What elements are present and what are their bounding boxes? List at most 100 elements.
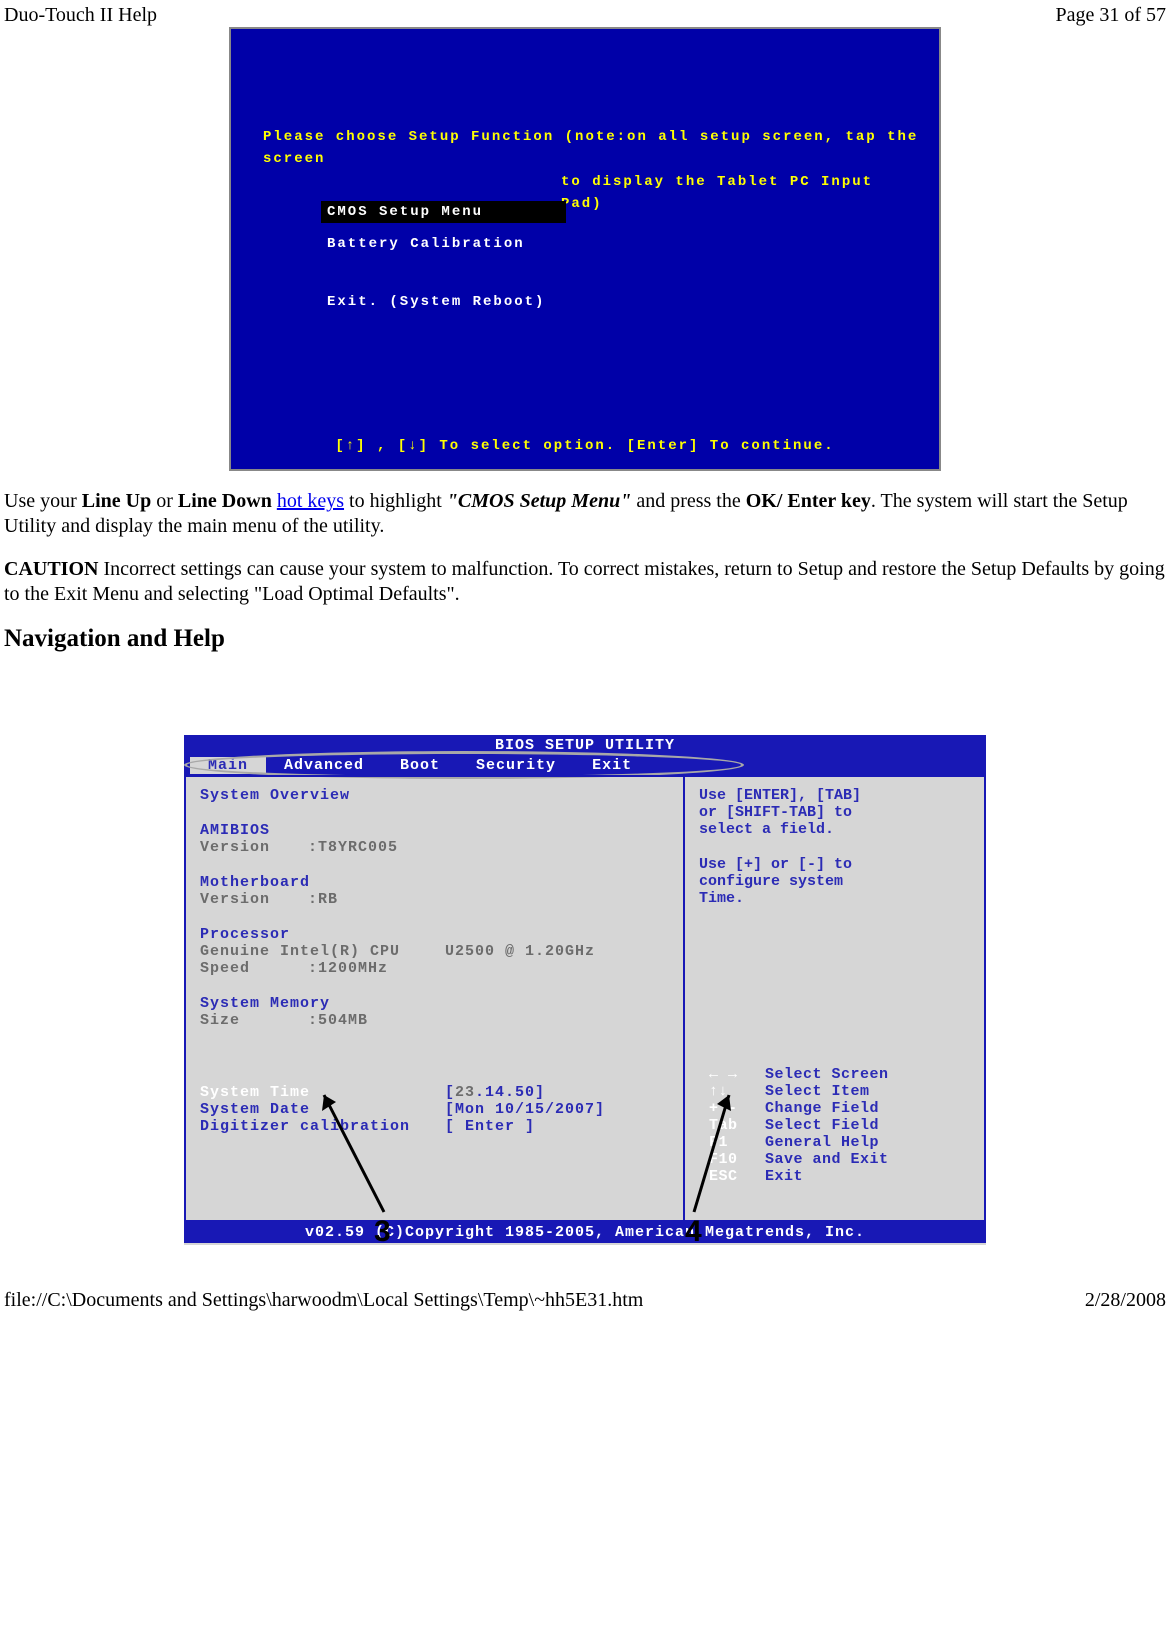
bios2-tab-bar: Main Advanced Boot Security Exit	[184, 756, 986, 775]
bios1-prompt-line1: Please choose Setup Function (note:on al…	[263, 126, 919, 171]
memory-size-row: Size :504MB	[200, 1012, 669, 1029]
system-time-row: System Time [23.14.50]	[200, 1084, 669, 1101]
amibios-version-row: Version :T8YRC005	[200, 839, 669, 856]
digitizer-row: Digitizer calibration [ Enter ]	[200, 1118, 669, 1135]
help-text-5: configure system	[699, 873, 970, 890]
callout-3: 3	[374, 1215, 391, 1249]
caution-label: CAUTION	[4, 558, 98, 580]
digitizer-label: Digitizer calibration	[200, 1118, 445, 1135]
key-f1: F1	[709, 1134, 765, 1151]
line-up-label: Line Up	[82, 490, 151, 512]
key-row-general-help: F1General Help	[709, 1134, 974, 1151]
bios-setup-utility-screenshot: BIOS SETUP UTILITY Main Advanced Boot Se…	[184, 735, 986, 1245]
time-rest: .14.50]	[475, 1084, 545, 1101]
tab-boot: Boot	[382, 757, 458, 774]
system-date-value: [Mon 10/15/2007]	[445, 1101, 605, 1118]
key-desc: Select Item	[765, 1083, 870, 1100]
key-arrows-ud-icon: ↑↓	[709, 1083, 765, 1100]
txt: to highlight	[344, 490, 447, 512]
key-row-change-field: + -Change Field	[709, 1100, 974, 1117]
help-text-4: Use [+] or [-] to	[699, 856, 970, 873]
caution-text: Incorrect settings can cause your system…	[4, 558, 1165, 605]
key-desc: Save and Exit	[765, 1151, 889, 1168]
heading-navigation: Navigation and Help	[0, 625, 1170, 653]
digitizer-value: [ Enter ]	[445, 1118, 535, 1135]
cmos-setup-menu-quote: "CMOS Setup Menu"	[447, 490, 631, 512]
memory-size-value: :504MB	[308, 1012, 368, 1029]
key-desc: Exit	[765, 1168, 803, 1185]
paragraph-caution: CAUTION Incorrect settings can cause you…	[0, 557, 1170, 607]
motherboard-version-value: :RB	[308, 891, 338, 908]
tab-advanced: Advanced	[266, 757, 382, 774]
txt: Use your	[4, 490, 82, 512]
line-down-label: Line Down	[178, 490, 272, 512]
bios1-footer-hint: [↑] , [↓] To select option. [Enter] To c…	[231, 438, 939, 454]
txt: and press the	[631, 490, 745, 512]
system-date-row: System Date [Mon 10/15/2007]	[200, 1101, 669, 1118]
hot-keys-link[interactable]: hot keys	[277, 490, 344, 512]
paragraph-usage: Use your Line Up or Line Down hot keys t…	[0, 489, 1170, 539]
system-date-label: System Date	[200, 1101, 445, 1118]
ok-enter-key-label: OK/ Enter key	[746, 490, 871, 512]
processor-cpu-label: Genuine Intel(R) CPU	[200, 943, 445, 960]
footer-date: 2/28/2008	[1085, 1289, 1166, 1312]
key-row-select-item: ↑↓Select Item	[709, 1083, 974, 1100]
system-overview-label: System Overview	[200, 787, 669, 804]
help-text-3: select a field.	[699, 821, 970, 838]
key-row-select-field: TabSelect Field	[709, 1117, 974, 1134]
amibios-title: AMIBIOS	[200, 822, 669, 839]
editable-fields: System Time [23.14.50] System Date [Mon …	[200, 1084, 669, 1135]
tab-exit: Exit	[574, 757, 650, 774]
system-time-value: [23.14.50]	[445, 1084, 545, 1101]
bios2-right-panel: Use [ENTER], [TAB] or [SHIFT-TAB] to sel…	[684, 775, 986, 1222]
bios1-menu-exit: Exit. (System Reboot)	[327, 294, 545, 310]
system-time-label: System Time	[200, 1084, 445, 1101]
motherboard-title: Motherboard	[200, 874, 669, 891]
processor-speed-label: Speed	[200, 960, 308, 977]
page-footer: file://C:\Documents and Settings\harwood…	[0, 1285, 1170, 1316]
amibios-version-label: Version	[200, 839, 308, 856]
key-desc: General Help	[765, 1134, 879, 1151]
key-row-select-screen: ← →Select Screen	[709, 1066, 974, 1083]
key-f10: F10	[709, 1151, 765, 1168]
time-hh: 23	[455, 1084, 475, 1101]
help-text-1: Use [ENTER], [TAB]	[699, 787, 970, 804]
key-row-save-exit: F10Save and Exit	[709, 1151, 974, 1168]
processor-speed-row: Speed :1200MHz	[200, 960, 669, 977]
tab-security: Security	[458, 757, 574, 774]
header-title: Duo-Touch II Help	[4, 4, 157, 27]
bios-utility-figure: 1 2 BIOS SETUP UTILITY Main Advanced Boo…	[184, 735, 986, 1245]
bios2-title: BIOS SETUP UTILITY	[184, 735, 986, 756]
help-text-6: Time.	[699, 890, 970, 907]
memory-size-label: Size	[200, 1012, 308, 1029]
page-header: Duo-Touch II Help Page 31 of 57	[0, 0, 1170, 27]
bios1-menu-battery: Battery Calibration	[327, 236, 525, 252]
bios2-copyright: v02.59 (C)Copyright 1985-2005, American …	[184, 1222, 986, 1243]
processor-title: Processor	[200, 926, 669, 943]
bios1-menu-cmos: CMOS Setup Menu	[321, 201, 566, 223]
key-arrows-lr-icon: ← →	[709, 1066, 765, 1083]
key-desc: Change Field	[765, 1100, 879, 1117]
footer-path: file://C:\Documents and Settings\harwood…	[4, 1289, 643, 1312]
motherboard-version-row: Version :RB	[200, 891, 669, 908]
processor-cpu-value: U2500 @ 1.20GHz	[445, 943, 595, 960]
key-row-exit: ESCExit	[709, 1168, 974, 1185]
key-desc: Select Screen	[765, 1066, 889, 1083]
bracket: [	[445, 1084, 455, 1101]
key-desc: Select Field	[765, 1117, 879, 1134]
key-tab: Tab	[709, 1117, 765, 1134]
callout-4: 4	[685, 1215, 702, 1249]
help-text-2: or [SHIFT-TAB] to	[699, 804, 970, 821]
tab-main: Main	[190, 757, 266, 774]
bios-setup-function-screenshot: Please choose Setup Function (note:on al…	[229, 27, 941, 471]
processor-cpu-row: Genuine Intel(R) CPU U2500 @ 1.20GHz	[200, 943, 669, 960]
amibios-version-value: :T8YRC005	[308, 839, 398, 856]
key-plus-minus: + -	[709, 1100, 765, 1117]
key-hints: ← →Select Screen ↑↓Select Item + -Change…	[709, 1066, 974, 1185]
header-page: Page 31 of 57	[1055, 4, 1166, 27]
bios2-body: System Overview AMIBIOS Version :T8YRC00…	[184, 775, 986, 1222]
memory-title: System Memory	[200, 995, 669, 1012]
bios2-left-panel: System Overview AMIBIOS Version :T8YRC00…	[184, 775, 684, 1222]
txt: or	[151, 490, 178, 512]
key-esc: ESC	[709, 1168, 765, 1185]
